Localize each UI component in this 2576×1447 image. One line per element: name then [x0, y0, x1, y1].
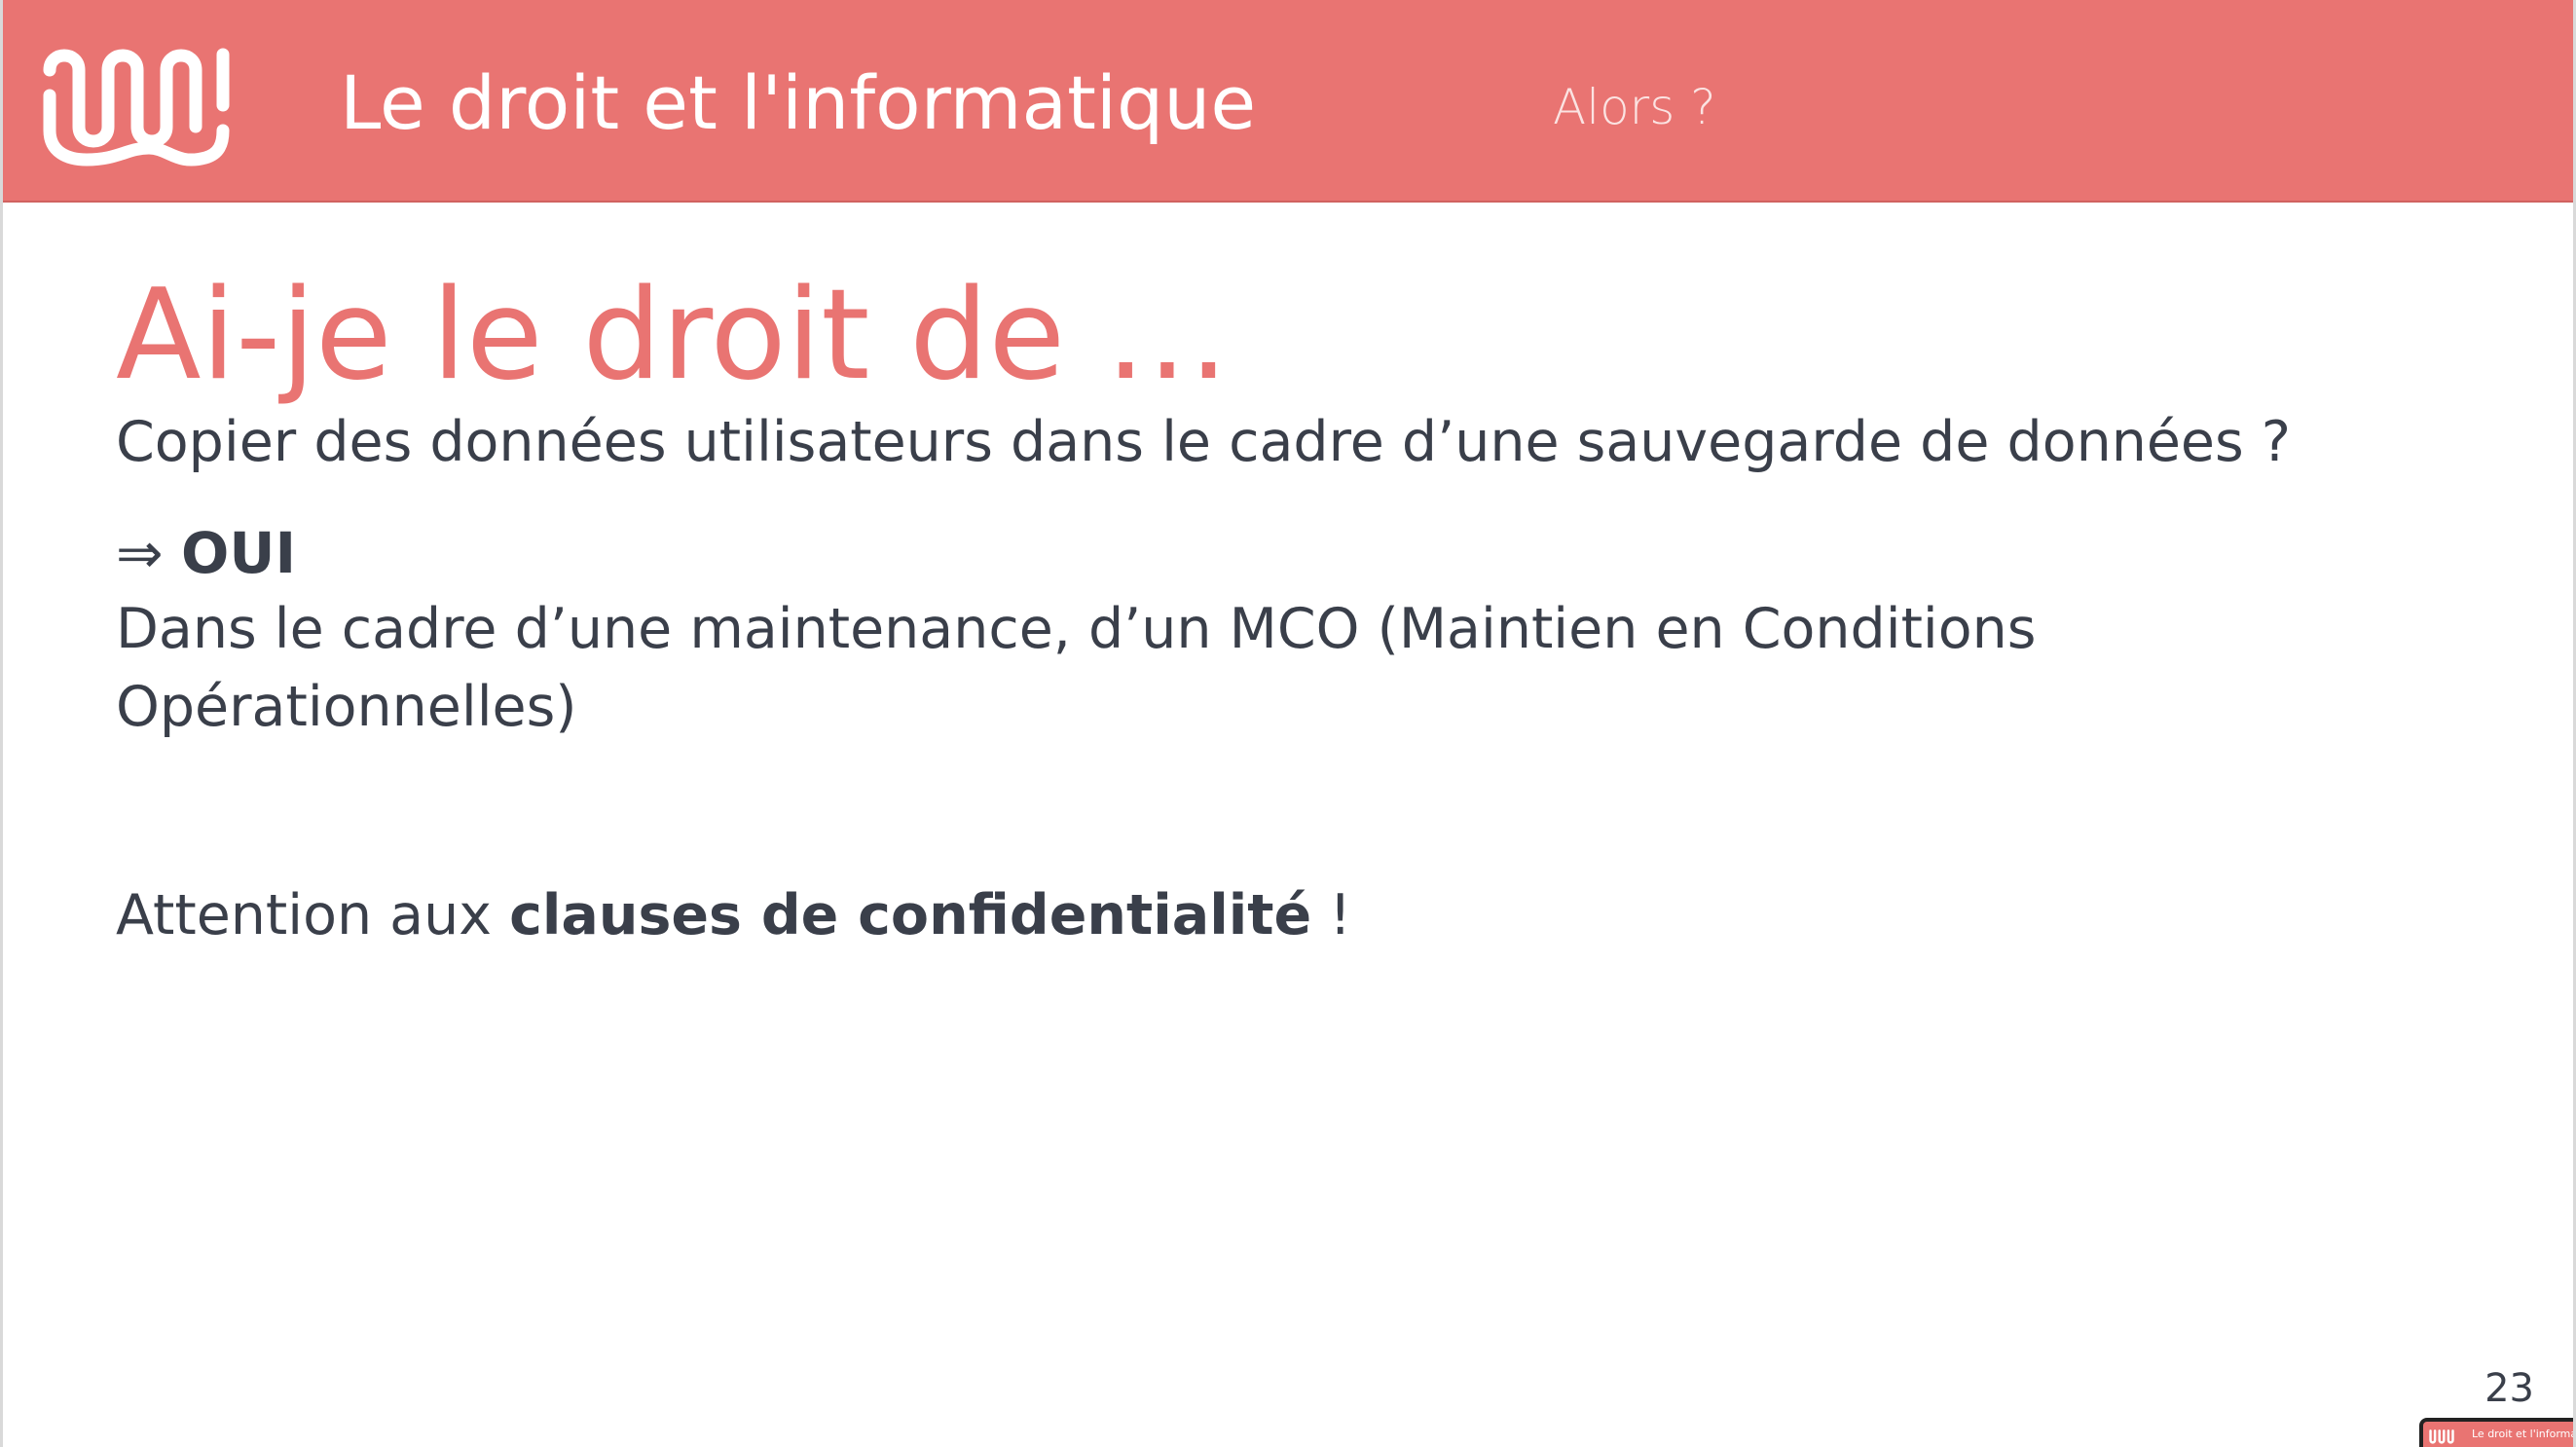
header-title: Le droit et l'informatique [340, 59, 1257, 146]
question-text: Copier des données utilisateurs dans le … [116, 410, 2292, 474]
warning-line: Attention aux clauses de confidentialité… [116, 876, 1351, 954]
page-number: 23 [2484, 1366, 2534, 1411]
answer-line: ⇒ OUI [116, 514, 296, 592]
answer-label: OUI [181, 520, 297, 586]
wavy-lines-logo-icon [43, 48, 230, 167]
arrow-icon: ⇒ [116, 520, 164, 586]
thumbnail-title: Le droit et l'informati [2472, 1428, 2576, 1440]
slide: Le droit et l'informatique Alors ? Ai-je… [0, 0, 2576, 1447]
header-section-label: Alors ? [1553, 79, 1716, 135]
warning-prefix: Attention aux [116, 883, 510, 947]
explanation-text: Dans le cadre d’une maintenance, d’un MC… [116, 597, 2037, 739]
slide-thumbnail[interactable]: Le droit et l'informati [2419, 1418, 2576, 1447]
warning-suffix: ! [1311, 883, 1352, 947]
slide-title: Ai-je le droit de … [116, 263, 1230, 408]
warning-bold-text: clauses de confidentialité [509, 883, 1312, 947]
slide-header: Le droit et l'informatique Alors ? [3, 0, 2573, 203]
mini-logo-icon [2429, 1429, 2454, 1444]
